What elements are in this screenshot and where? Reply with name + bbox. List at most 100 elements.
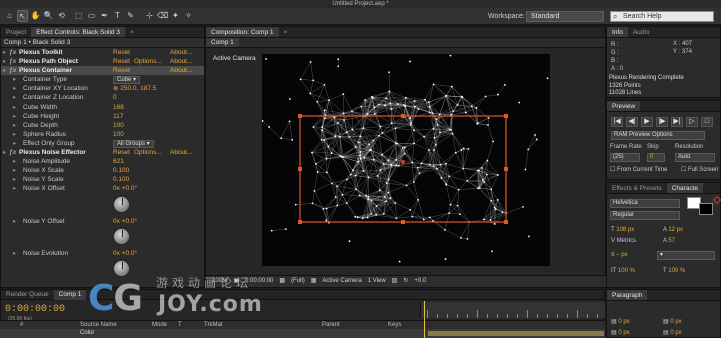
twirl-icon[interactable]: ▸: [13, 130, 17, 139]
comp-footer-item[interactable]: 0:00:00:00: [245, 276, 273, 287]
indent-left-value[interactable]: 0 px: [618, 319, 629, 325]
twirl-icon[interactable]: ▸: [3, 57, 7, 66]
timeline-ruler[interactable]: [420, 302, 605, 318]
comp-subtab[interactable]: Comp 1: [206, 38, 239, 47]
bounds-handle[interactable]: [298, 220, 302, 224]
effect-row[interactable]: ▸ ƒx Plexus Container Reset About...: [1, 66, 204, 76]
effect-row-value[interactable]: ⊕ 250.0, 187.5: [113, 84, 156, 93]
tab-paragraph[interactable]: Paragraph: [607, 290, 648, 300]
fx-icon[interactable]: ƒx: [9, 66, 16, 75]
current-time-indicator[interactable]: [424, 301, 425, 338]
frame-rate-select[interactable]: (25): [610, 153, 640, 162]
tool-12-icon[interactable]: ✦: [170, 10, 181, 22]
ram-preview-options[interactable]: RAM Preview Options: [611, 131, 705, 140]
fx-icon[interactable]: ƒx: [9, 57, 16, 66]
comp-tab-1[interactable]: ×: [279, 27, 293, 37]
angle-dial-icon[interactable]: [113, 195, 130, 213]
stroke-color-swatch[interactable]: [699, 203, 713, 215]
preview-control-3-icon[interactable]: |▶: [656, 117, 668, 127]
leading-value[interactable]: 12 px: [668, 227, 683, 233]
twirl-icon[interactable]: ▸: [13, 93, 17, 102]
char-tab-0[interactable]: Effects & Presets: [607, 183, 667, 193]
timeline-tab-1[interactable]: Comp 1: [53, 290, 87, 300]
effect-row-value[interactable]: 100: [113, 121, 124, 130]
effect-row-value[interactable]: 0.100: [113, 175, 129, 184]
comp-footer-item[interactable]: ↻: [403, 276, 408, 287]
twirl-icon[interactable]: ▸: [13, 103, 17, 112]
from-current-time-checkbox[interactable]: ☐ From Current Time: [610, 166, 667, 173]
twirl-icon[interactable]: ▸: [13, 175, 17, 184]
comp-footer-item[interactable]: Active Camera: [322, 276, 361, 287]
stroke-mode-select[interactable]: ▾: [657, 251, 715, 260]
bounds-handle[interactable]: [504, 114, 508, 118]
preview-control-1-icon[interactable]: ◀|: [626, 117, 638, 127]
effect-row-value[interactable]: 0.100: [113, 166, 129, 175]
effect-row-select[interactable]: All Groups ▾: [113, 139, 154, 148]
effect-row[interactable]: ▸ Noise X Offset 0x +0.0°: [1, 184, 204, 193]
about-link[interactable]: About...: [170, 148, 192, 157]
reset-link[interactable]: Reset: [113, 57, 130, 66]
anchor-point-icon[interactable]: [401, 160, 405, 164]
twirl-icon[interactable]: ▸: [13, 121, 17, 130]
comp-footer-item[interactable]: +0.0: [414, 276, 426, 287]
twirl-icon[interactable]: ▸: [13, 249, 17, 258]
kerning-value[interactable]: Metrics: [617, 238, 636, 244]
comp-footer-item[interactable]: (Full): [291, 276, 305, 287]
search-help-input[interactable]: ⌕ Search Help: [610, 11, 714, 22]
reset-link[interactable]: Reset: [113, 48, 130, 57]
vertical-scale-value[interactable]: 100 %: [618, 268, 635, 274]
twirl-icon[interactable]: ▸: [13, 157, 17, 166]
bounds-handle[interactable]: [504, 167, 508, 171]
bounds-handle[interactable]: [401, 220, 405, 224]
char-tab-1[interactable]: Characte: [666, 183, 704, 193]
effect-row[interactable]: ▸ Sphere Radius 100: [1, 130, 204, 139]
twirl-icon[interactable]: ▸: [3, 48, 7, 57]
twirl-icon[interactable]: ▸: [3, 148, 7, 157]
options-link[interactable]: Options...: [134, 148, 162, 157]
comp-footer-item[interactable]: 100%: [212, 276, 227, 287]
preview-control-2-icon[interactable]: ▶: [641, 117, 653, 127]
twirl-icon[interactable]: ▸: [13, 75, 17, 84]
effect-row[interactable]: ▸ Noise Y Offset 0x +0.0°: [1, 217, 204, 226]
font-style-select[interactable]: Regular: [610, 211, 680, 220]
effect-row[interactable]: ▸ Noise Amplitude 621: [1, 157, 204, 166]
comp-tab-0[interactable]: Composition: Comp 1: [206, 27, 279, 37]
resolution-select[interactable]: Auto: [675, 153, 715, 162]
tracking-value[interactable]: 57: [668, 238, 675, 244]
effect-row[interactable]: ▸ Container Type Cube ▾: [1, 75, 204, 85]
effect-row[interactable]: ▸ Container XY Location ⊕ 250.0, 187.5: [1, 84, 204, 93]
tool-11-icon[interactable]: ⌫: [157, 10, 168, 22]
full-screen-checkbox[interactable]: ☐ Full Screen: [681, 166, 718, 173]
angle-dial-icon[interactable]: [113, 259, 130, 277]
preview-control-0-icon[interactable]: |◀: [611, 117, 623, 127]
bounds-handle[interactable]: [298, 114, 302, 118]
comp-footer-item[interactable]: ▩: [279, 276, 285, 287]
twirl-icon[interactable]: ▸: [13, 112, 17, 121]
bounds-handle[interactable]: [401, 114, 405, 118]
timeline-tab-0[interactable]: Render Queue: [1, 290, 54, 300]
tool-3-icon[interactable]: 🔍: [43, 10, 54, 22]
workspace-select[interactable]: Standard: [526, 11, 604, 22]
tool-13-icon[interactable]: ✧: [183, 10, 194, 22]
preview-control-5-icon[interactable]: ▷: [686, 117, 698, 127]
about-link[interactable]: About...: [170, 57, 192, 66]
tool-7-icon[interactable]: ✒: [99, 10, 110, 22]
ec-tab-0[interactable]: Project: [1, 27, 31, 37]
space-after-value[interactable]: 0 px: [670, 330, 681, 336]
effect-row[interactable]: ▸ Effect Only Group All Groups ▾: [1, 139, 204, 148]
font-family-select[interactable]: Helvetica: [610, 199, 680, 208]
options-link[interactable]: Options...: [134, 57, 162, 66]
effect-row[interactable]: ▸ Noise Y Scale 0.100: [1, 175, 204, 184]
twirl-icon[interactable]: ▸: [13, 217, 17, 226]
tool-1-icon[interactable]: ↖: [17, 10, 28, 22]
reset-link[interactable]: Reset: [113, 148, 130, 157]
twirl-icon[interactable]: ▸: [13, 166, 17, 175]
tool-4-icon[interactable]: ⟲: [56, 10, 67, 22]
layer-duration-bar[interactable]: [428, 331, 604, 336]
effect-row-value[interactable]: 100: [113, 130, 124, 139]
twirl-icon[interactable]: ▸: [13, 184, 17, 193]
horizontal-scale-value[interactable]: 100 %: [668, 268, 685, 274]
indent-right-value[interactable]: 0 px: [670, 319, 681, 325]
fx-icon[interactable]: ƒx: [9, 48, 16, 57]
comp-footer-item[interactable]: ▦: [311, 276, 317, 287]
